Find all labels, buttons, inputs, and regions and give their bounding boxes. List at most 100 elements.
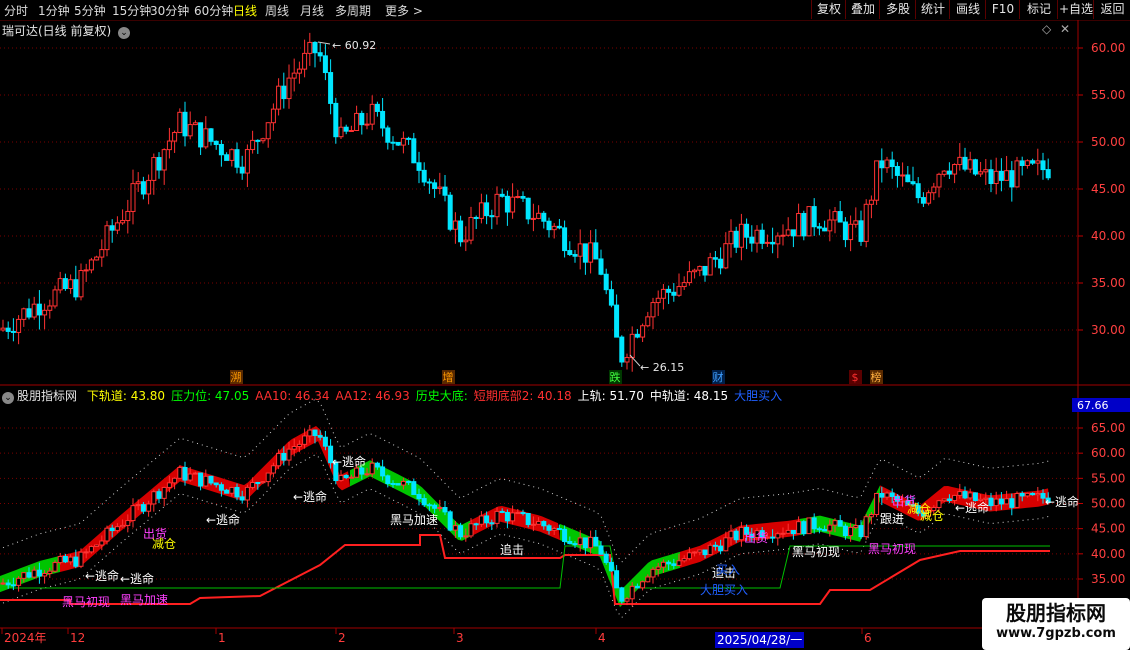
signal-label-15: 黑马初现 bbox=[792, 545, 840, 559]
candle-body bbox=[1019, 160, 1025, 166]
ind-candle-body bbox=[198, 472, 204, 487]
candle-body bbox=[452, 220, 458, 230]
signal-label-2: ←逃命 bbox=[206, 512, 240, 527]
ind-candle-body bbox=[650, 568, 656, 578]
ind-candle-body bbox=[541, 521, 547, 527]
ind-candle-body bbox=[1019, 492, 1025, 497]
candle-body bbox=[671, 291, 677, 296]
candle-body bbox=[125, 210, 131, 222]
kline-chart[interactable]: 60.00 55.00 50.00 45.00 40.00 35.00 30.00 65.00… bbox=[0, 0, 1130, 650]
candle-body bbox=[738, 223, 744, 248]
candle-body bbox=[1035, 160, 1041, 164]
ind-candle-body bbox=[400, 480, 406, 486]
candle-body bbox=[146, 179, 152, 195]
candle-body bbox=[234, 149, 240, 168]
main-axis-label: 30.00 bbox=[1091, 323, 1125, 337]
ind-candle-body bbox=[484, 515, 490, 524]
ind-candle-body bbox=[348, 476, 354, 479]
ind-candle-body bbox=[296, 443, 302, 447]
ind-candle-body bbox=[239, 496, 245, 501]
candle-body bbox=[655, 297, 661, 304]
ind-candle-body bbox=[250, 482, 256, 488]
candle-body bbox=[510, 196, 516, 213]
ind-candle-body bbox=[998, 498, 1004, 505]
ind-candle-body bbox=[582, 537, 588, 549]
ind-candle-body bbox=[1004, 498, 1010, 505]
signal-label-3: ←逃命 bbox=[293, 489, 327, 504]
ind-candle-body bbox=[624, 598, 630, 602]
candle-body bbox=[291, 72, 297, 79]
ind-candle-body bbox=[489, 522, 495, 525]
ind-candle-body bbox=[208, 475, 214, 484]
ind-candle-body bbox=[770, 536, 776, 539]
ind-candle-body bbox=[796, 521, 802, 535]
candle-body bbox=[619, 336, 625, 363]
candle-body bbox=[130, 183, 136, 212]
candle-body bbox=[5, 327, 11, 332]
candle-body bbox=[16, 318, 22, 333]
candle-body bbox=[556, 225, 562, 229]
candle-body bbox=[650, 302, 656, 318]
indicator-axis-label: 60.00 bbox=[1091, 446, 1125, 460]
ind-candle-body bbox=[603, 553, 609, 563]
candle-body bbox=[0, 327, 6, 331]
candle-body bbox=[442, 186, 448, 196]
ind-candle-body bbox=[151, 491, 157, 505]
candle-body bbox=[754, 229, 760, 244]
signal-label-6: ←逃命 bbox=[1045, 494, 1079, 509]
candle-body bbox=[645, 316, 651, 327]
ind-candle-body bbox=[572, 543, 578, 546]
ind-candle-body bbox=[525, 512, 531, 526]
ind-candle-body bbox=[52, 562, 58, 572]
candle-body bbox=[302, 52, 308, 70]
time-axis-label-0: 2024年 bbox=[4, 631, 47, 645]
candle-body bbox=[993, 170, 999, 185]
current-value-label: 67.66 bbox=[1077, 399, 1109, 412]
candles-main bbox=[0, 32, 1051, 372]
signal-label-12: 减仓 bbox=[920, 509, 944, 523]
candle-body bbox=[998, 170, 1004, 181]
ind-candle-body bbox=[941, 498, 947, 502]
candle-body bbox=[203, 128, 209, 148]
candle-body bbox=[910, 181, 916, 185]
candle-body bbox=[837, 211, 843, 223]
ind-candle-body bbox=[166, 482, 172, 488]
ind-candle-body bbox=[634, 585, 640, 589]
candle-body bbox=[874, 160, 880, 201]
candle-body bbox=[811, 206, 817, 228]
ind-candle-body bbox=[614, 570, 620, 589]
ind-candle-body bbox=[504, 511, 510, 522]
indicator-axis-label: 35.00 bbox=[1091, 572, 1125, 586]
candle-body bbox=[900, 174, 906, 177]
candle-body bbox=[296, 68, 302, 74]
ind-candle-body bbox=[114, 526, 120, 532]
candle-body bbox=[411, 138, 417, 164]
candle-body bbox=[926, 192, 932, 204]
candle-body bbox=[551, 225, 557, 231]
ind-candle-body bbox=[442, 507, 448, 513]
candle-body bbox=[78, 270, 84, 298]
ind-candle-body bbox=[562, 528, 568, 542]
candle-body bbox=[504, 195, 510, 213]
candle-body bbox=[988, 169, 994, 185]
ind-candle-body bbox=[738, 526, 744, 541]
candle-body bbox=[380, 110, 386, 129]
ind-candle-body bbox=[463, 535, 469, 538]
candle-body bbox=[593, 242, 599, 260]
candle-body bbox=[406, 137, 412, 140]
ind-candle-body bbox=[156, 491, 162, 499]
candle-body bbox=[317, 52, 323, 57]
ind-candle-body bbox=[265, 472, 271, 483]
ind-candle-body bbox=[806, 517, 812, 535]
candle-body bbox=[666, 288, 672, 293]
candle-body bbox=[348, 130, 354, 133]
ind-candle-body bbox=[842, 525, 848, 537]
ind-candle-body bbox=[551, 528, 557, 531]
main-axis-label: 35.00 bbox=[1091, 276, 1125, 290]
ind-candle-body bbox=[421, 498, 427, 506]
candle-body bbox=[73, 279, 79, 298]
candle-body bbox=[770, 241, 776, 245]
ind-candle-body bbox=[957, 491, 963, 496]
cursor-date-label: 2025/04/28/一 bbox=[715, 632, 805, 648]
ind-candle-body bbox=[447, 511, 453, 531]
